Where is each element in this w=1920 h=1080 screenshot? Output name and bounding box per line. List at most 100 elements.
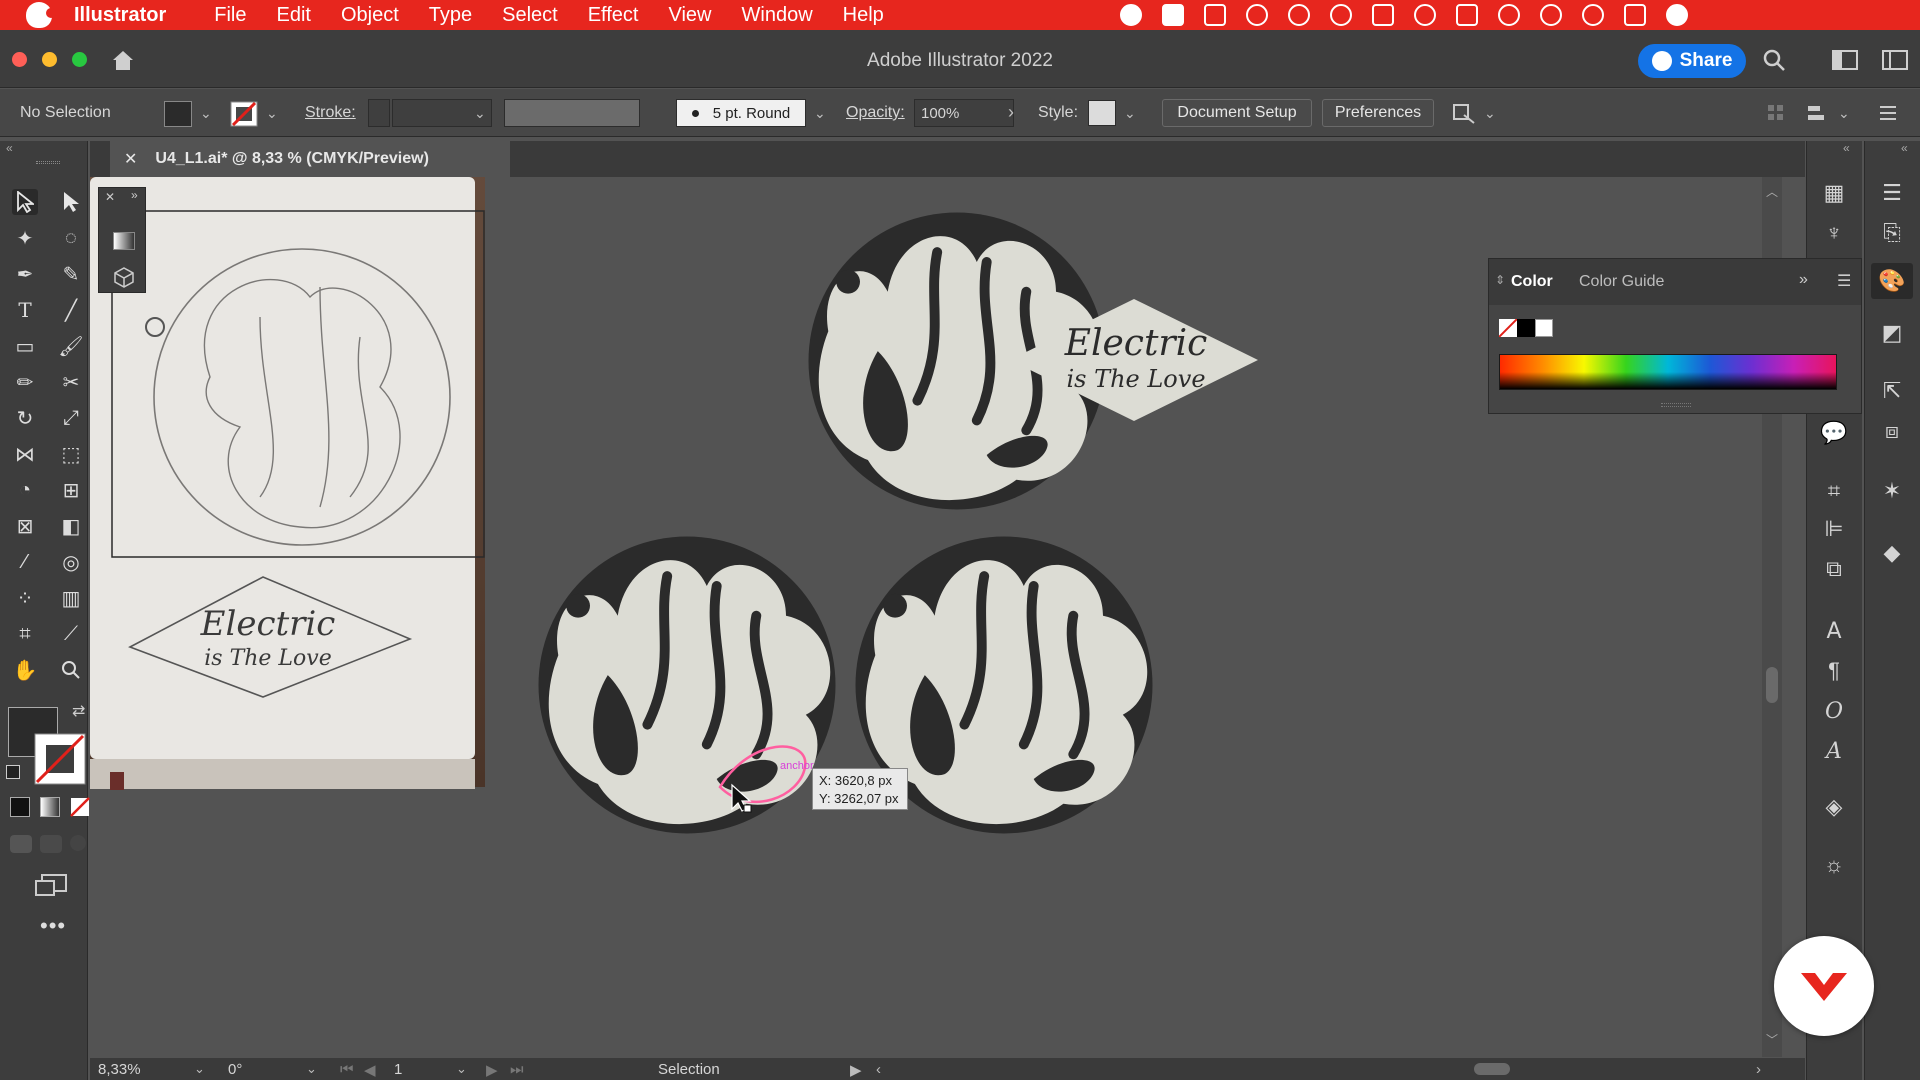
- align-icon[interactable]: ⊫: [1821, 516, 1847, 541]
- vertical-scroll-thumb[interactable]: [1766, 667, 1778, 703]
- magic-icon[interactable]: ✶: [1879, 478, 1905, 503]
- color-panel-menu-icon[interactable]: ☰: [1837, 271, 1851, 291]
- expand-panel-icon[interactable]: »: [1799, 271, 1808, 289]
- pencil-tool[interactable]: ✏: [12, 369, 38, 395]
- puppet-warp-icon[interactable]: [1450, 101, 1476, 125]
- stroke-none-swatch[interactable]: [230, 101, 258, 127]
- draw-normal-icon[interactable]: [10, 835, 32, 853]
- zoom-level[interactable]: 8,33%: [98, 1061, 141, 1078]
- width-tool[interactable]: ⋈: [12, 441, 38, 467]
- paragraph-icon[interactable]: ¶: [1821, 658, 1847, 683]
- control-center-icon[interactable]: [1624, 4, 1646, 26]
- search-icon[interactable]: [1582, 4, 1604, 26]
- blend-tool[interactable]: ◎: [58, 549, 84, 575]
- lasso-tool[interactable]: ◌: [58, 225, 84, 251]
- rotate-tool[interactable]: ↻: [12, 405, 38, 431]
- fill-dropdown-chevron-icon[interactable]: ⌄: [200, 105, 212, 122]
- scroll-down-icon[interactable]: ﹀: [1766, 1031, 1778, 1048]
- menu-object[interactable]: Object: [341, 4, 399, 27]
- user-icon[interactable]: [1540, 4, 1562, 26]
- line-segment-tool[interactable]: ╱: [58, 297, 84, 323]
- tab-color[interactable]: Color: [1511, 273, 1553, 291]
- panel-options-icon[interactable]: ⇕: [1495, 273, 1505, 287]
- color-spectrum-ramp[interactable]: [1499, 354, 1837, 390]
- slice-tool[interactable]: ⟋: [58, 621, 84, 647]
- appearance-icon[interactable]: ☼: [1821, 852, 1847, 877]
- stroke-weight-chevron-icon[interactable]: ⌄: [474, 105, 486, 122]
- zoom-chevron-icon[interactable]: ⌄: [194, 1061, 205, 1077]
- opentype-icon[interactable]: O: [1821, 699, 1847, 724]
- tab-color-guide[interactable]: Color Guide: [1579, 273, 1664, 291]
- variable-width-profile[interactable]: [504, 99, 640, 127]
- puppet-chevron-icon[interactable]: ⌄: [1484, 105, 1496, 122]
- horizontal-scroll-thumb[interactable]: [1474, 1063, 1510, 1075]
- direct-selection-tool[interactable]: [58, 189, 84, 215]
- menu-file[interactable]: File: [214, 4, 246, 27]
- opacity-input[interactable]: 100%: [914, 99, 1014, 127]
- zoom-tool[interactable]: [58, 657, 84, 683]
- hand-tool[interactable]: ✋: [12, 657, 38, 683]
- style-chevron-icon[interactable]: ⌄: [1124, 105, 1136, 122]
- character-icon[interactable]: A: [1821, 619, 1847, 644]
- opacity-arrow-icon[interactable]: ›: [1008, 102, 1014, 123]
- battery-icon[interactable]: [1456, 4, 1478, 26]
- close-tab-icon[interactable]: ✕: [124, 149, 137, 169]
- artboard-tool[interactable]: ⌗: [12, 621, 38, 647]
- default-colors-icon[interactable]: [6, 765, 20, 779]
- align-grid-icon[interactable]: [1766, 103, 1786, 123]
- menu-app-name[interactable]: Illustrator: [74, 4, 166, 27]
- stroke-dropdown-chevron-icon[interactable]: ⌄: [266, 105, 278, 122]
- brush-definition-dropdown[interactable]: 5 pt. Round: [676, 99, 806, 127]
- stroke-color-swatch[interactable]: [34, 733, 86, 785]
- magic-wand-tool[interactable]: ✦: [12, 225, 38, 251]
- mesh-tool[interactable]: ⊠: [12, 513, 38, 539]
- menu-edit[interactable]: Edit: [276, 4, 310, 27]
- screen-icon[interactable]: [1204, 4, 1226, 26]
- status-menu-arrow-icon[interactable]: ▶: [850, 1061, 862, 1079]
- stroke-weight-stepper[interactable]: [368, 99, 390, 127]
- creative-cloud-icon[interactable]: [1246, 4, 1268, 26]
- align-options-icon[interactable]: [1806, 103, 1828, 123]
- play-icon[interactable]: [1330, 4, 1352, 26]
- previous-artboard-icon[interactable]: ◀: [364, 1061, 376, 1079]
- menu-help[interactable]: Help: [843, 4, 884, 27]
- search-icon[interactable]: [1762, 48, 1786, 72]
- artboard-chevron-icon[interactable]: ⌄: [456, 1061, 467, 1077]
- perspective-grid-tool[interactable]: ⊞: [58, 477, 84, 503]
- panel-menu-icon[interactable]: [1878, 103, 1898, 123]
- rotation-value[interactable]: 0°: [228, 1061, 242, 1078]
- flag-icon[interactable]: [1372, 4, 1394, 26]
- fill-swatch[interactable]: [164, 101, 192, 127]
- hscroll-left-icon[interactable]: ‹: [876, 1061, 881, 1078]
- gradient-icon[interactable]: ◩: [1879, 320, 1905, 345]
- none-mode-icon[interactable]: [70, 797, 90, 817]
- stroke-label[interactable]: Stroke:: [305, 104, 356, 122]
- layers-icon[interactable]: ◈: [1821, 794, 1847, 819]
- export-icon[interactable]: ⇱: [1879, 378, 1905, 403]
- color-panel-icon[interactable]: 🎨: [1871, 263, 1913, 299]
- pen-tool[interactable]: ✒: [12, 261, 38, 287]
- properties-icon[interactable]: ☰: [1879, 180, 1905, 205]
- menu-select[interactable]: Select: [502, 4, 558, 27]
- next-artboard-icon[interactable]: ▶: [486, 1061, 498, 1079]
- menu-type[interactable]: Type: [429, 4, 472, 27]
- scroll-up-icon[interactable]: ︿: [1766, 183, 1778, 200]
- column-graph-tool[interactable]: ▥: [58, 585, 84, 611]
- record-icon[interactable]: [1120, 4, 1142, 26]
- bluetooth-icon[interactable]: [1414, 4, 1436, 26]
- selection-tool[interactable]: [12, 189, 38, 215]
- last-artboard-icon[interactable]: ⏭: [510, 1061, 524, 1078]
- none-swatch[interactable]: [1499, 319, 1517, 337]
- rectangle-tool[interactable]: ▭: [12, 333, 38, 359]
- menu-window[interactable]: Window: [742, 4, 813, 27]
- first-artboard-icon[interactable]: ⏮: [340, 1061, 354, 1078]
- document-setup-button[interactable]: Document Setup: [1162, 99, 1312, 127]
- grammarly-icon[interactable]: [1288, 4, 1310, 26]
- symbol-sprayer-tool[interactable]: ⁘: [12, 585, 38, 611]
- comments-icon[interactable]: 💬: [1820, 420, 1847, 445]
- plugin-icon[interactable]: ◆: [1879, 540, 1905, 565]
- libraries-icon[interactable]: ▦: [1821, 180, 1847, 205]
- menu-view[interactable]: View: [669, 4, 712, 27]
- command-icon[interactable]: [1162, 4, 1184, 26]
- gradient-tool[interactable]: ◧: [58, 513, 84, 539]
